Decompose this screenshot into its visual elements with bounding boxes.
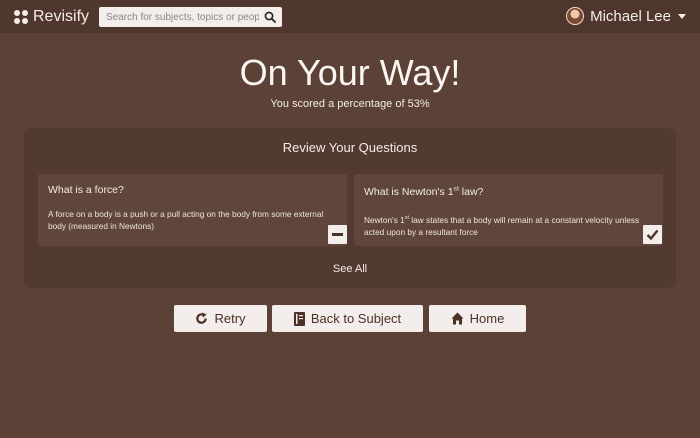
book-icon: [293, 311, 305, 326]
home-button[interactable]: Home: [429, 305, 526, 332]
avatar: [566, 7, 585, 25]
correct-status-button[interactable]: [643, 225, 662, 244]
minus-icon: [332, 233, 343, 236]
home-icon: [451, 312, 464, 325]
answer-text: A force on a body is a push or a pull ac…: [48, 209, 324, 231]
review-title: Review Your Questions: [282, 140, 418, 155]
answer-text: Newton's 1st law states that a body will…: [364, 215, 640, 237]
see-all-link[interactable]: See All: [24, 263, 676, 275]
back-to-subject-label: Back to Subject: [310, 311, 402, 326]
incorrect-status-button[interactable]: [328, 225, 347, 244]
retry-label: Retry: [214, 311, 246, 326]
question-card[interactable]: What is a force? A force on a body is a …: [38, 174, 347, 246]
search-box: [99, 7, 282, 27]
logo-text: Revisify: [33, 7, 90, 25]
question-text: What is a force?: [48, 184, 124, 196]
user-menu[interactable]: Michael Lee: [566, 7, 686, 25]
user-name: Michael Lee: [590, 7, 671, 25]
review-panel: Review Your Questions What is a force? A…: [24, 128, 676, 288]
search-icon[interactable]: [264, 11, 276, 23]
logo-icon: [14, 9, 28, 24]
question-text: What is Newton's 1st law?: [364, 185, 484, 198]
chevron-down-icon: [678, 13, 686, 19]
refresh-icon: [196, 312, 208, 324]
score-text: You scored a percentage of 53%: [270, 98, 430, 110]
retry-button[interactable]: Retry: [174, 305, 267, 332]
checkmark-icon: [646, 229, 659, 241]
top-bar: Revisify Michael Lee: [0, 0, 700, 33]
home-label: Home: [469, 311, 505, 326]
question-card[interactable]: What is Newton's 1st law? Newton's 1st l…: [354, 174, 663, 246]
search-input[interactable]: [99, 8, 259, 26]
logo[interactable]: Revisify: [14, 8, 89, 26]
page-title: On Your Way!: [239, 52, 461, 93]
back-to-subject-button[interactable]: Back to Subject: [272, 305, 423, 332]
